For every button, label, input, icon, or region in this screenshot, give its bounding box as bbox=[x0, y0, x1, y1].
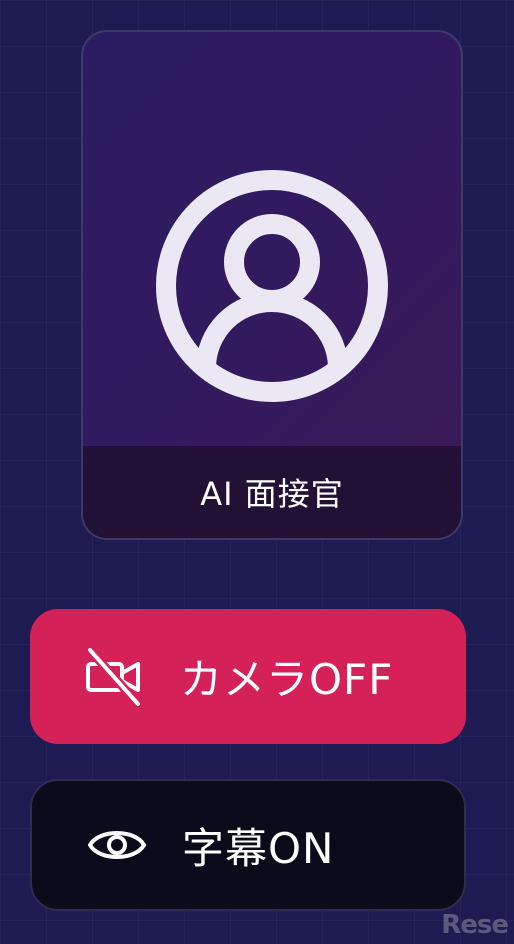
card-caption: AI 面接官 bbox=[200, 475, 344, 513]
subtitle-toggle-label: 字幕ON bbox=[182, 823, 335, 873]
camera-off-icon bbox=[82, 644, 148, 710]
ai-interviewer-card: AI 面接官 bbox=[81, 30, 463, 540]
eye-icon bbox=[84, 812, 150, 878]
card-caption-bar: AI 面接官 bbox=[83, 446, 461, 538]
subtitle-toggle-button[interactable]: 字幕ON bbox=[30, 779, 466, 911]
camera-toggle-label: カメラOFF bbox=[180, 655, 394, 704]
camera-toggle-button[interactable]: カメラOFF bbox=[30, 609, 466, 744]
watermark-text: Rese bbox=[441, 910, 509, 940]
watermark-logo: Rese bbox=[408, 908, 509, 942]
user-circle-icon bbox=[154, 168, 390, 404]
